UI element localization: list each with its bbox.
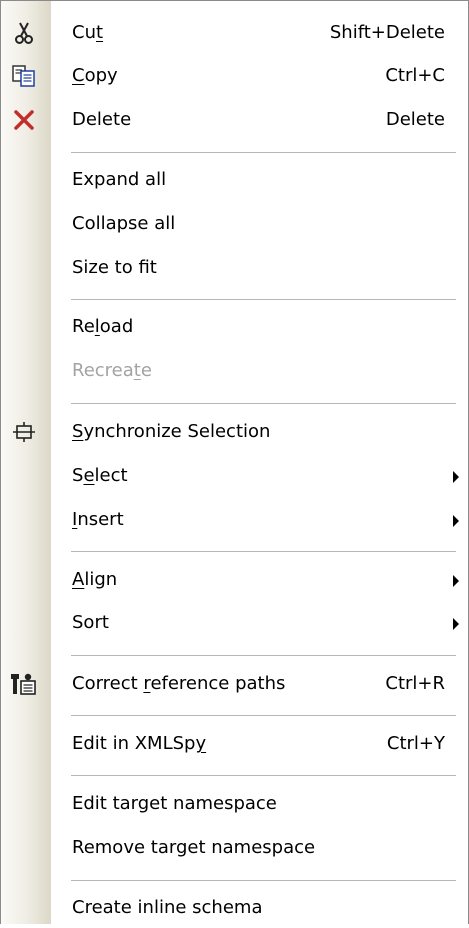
- shortcut-label: Delete: [385, 109, 445, 130]
- menu-item-label: Select: [72, 465, 128, 486]
- shortcut-label: Ctrl+Y: [386, 733, 445, 754]
- shortcut-label: Shift+Delete: [329, 22, 445, 43]
- menu-item-delete[interactable]: Delete Delete: [1, 100, 468, 140]
- menu-separator: [71, 152, 456, 154]
- menu-item-expand-all[interactable]: Expand all: [1, 160, 468, 200]
- submenu-arrow-icon: [453, 618, 459, 630]
- menu-item-label: Insert: [72, 509, 124, 530]
- menu-item-label: Edit target namespace: [72, 793, 277, 814]
- menu-item-copy[interactable]: Copy Ctrl+C: [1, 56, 468, 96]
- menu-item-insert[interactable]: Insert: [1, 500, 468, 540]
- menu-item-label: Correct reference paths: [72, 673, 286, 694]
- menu-item-collapse-all[interactable]: Collapse all: [1, 204, 468, 244]
- menu-item-label: Recreate: [72, 360, 152, 381]
- menu-item-reload[interactable]: Reload: [1, 307, 468, 347]
- menu-item-cut[interactable]: Cut Shift+Delete: [1, 13, 468, 53]
- shortcut-label: Ctrl+C: [385, 65, 445, 86]
- menu-separator: [71, 655, 456, 657]
- menu-item-create-inline-schema[interactable]: Create inline schema: [1, 888, 468, 928]
- menu-separator: [71, 299, 456, 301]
- menu-item-select[interactable]: Select: [1, 456, 468, 496]
- menu-separator: [71, 403, 456, 405]
- menu-item-recreate: Recreate: [1, 351, 468, 391]
- menu-item-label: Align: [72, 569, 118, 590]
- menu-item-synchronize-selection[interactable]: Synchronize Selection: [1, 412, 468, 452]
- menu-item-label: Create inline schema: [72, 897, 263, 918]
- menu-item-remove-target-namespace[interactable]: Remove target namespace: [1, 828, 468, 868]
- menu-item-label: Copy: [72, 65, 118, 86]
- menu-item-correct-reference-paths[interactable]: Correct reference paths Ctrl+R: [1, 664, 468, 704]
- menu-separator: [71, 551, 456, 553]
- copy-icon: [11, 64, 37, 88]
- shortcut-label: Ctrl+R: [385, 673, 445, 694]
- menu-item-label: Expand all: [72, 169, 167, 190]
- menu-item-label: Sort: [72, 612, 109, 633]
- menu-item-label: Size to fit: [72, 257, 157, 278]
- menu-item-edit-target-namespace[interactable]: Edit target namespace: [1, 784, 468, 824]
- menu-item-size-to-fit[interactable]: Size to fit: [1, 248, 468, 288]
- menu-item-label: Reload: [72, 316, 134, 337]
- context-menu: Cut Shift+Delete Copy Ctrl+C Delete Dele…: [0, 0, 469, 924]
- menu-item-label: Cut: [72, 22, 104, 43]
- menu-item-label: Synchronize Selection: [72, 421, 271, 442]
- menu-item-align[interactable]: Align: [1, 560, 468, 600]
- menu-item-label: Remove target namespace: [72, 837, 316, 858]
- synchronize-icon: [11, 420, 37, 444]
- menu-item-sort[interactable]: Sort: [1, 603, 468, 643]
- submenu-arrow-icon: [453, 575, 459, 587]
- menu-separator: [71, 775, 456, 777]
- submenu-arrow-icon: [453, 515, 459, 527]
- menu-item-label: Collapse all: [72, 213, 176, 234]
- correct-paths-icon: [11, 672, 37, 696]
- delete-x-icon: [11, 108, 37, 132]
- submenu-arrow-icon: [453, 471, 459, 483]
- menu-separator: [71, 880, 456, 882]
- menu-separator: [71, 715, 456, 717]
- scissors-icon: [11, 21, 37, 45]
- menu-item-label: Edit in XMLSpy: [72, 733, 207, 754]
- menu-item-edit-in-xmlspy[interactable]: Edit in XMLSpy Ctrl+Y: [1, 724, 468, 764]
- menu-item-label: Delete: [72, 109, 132, 130]
